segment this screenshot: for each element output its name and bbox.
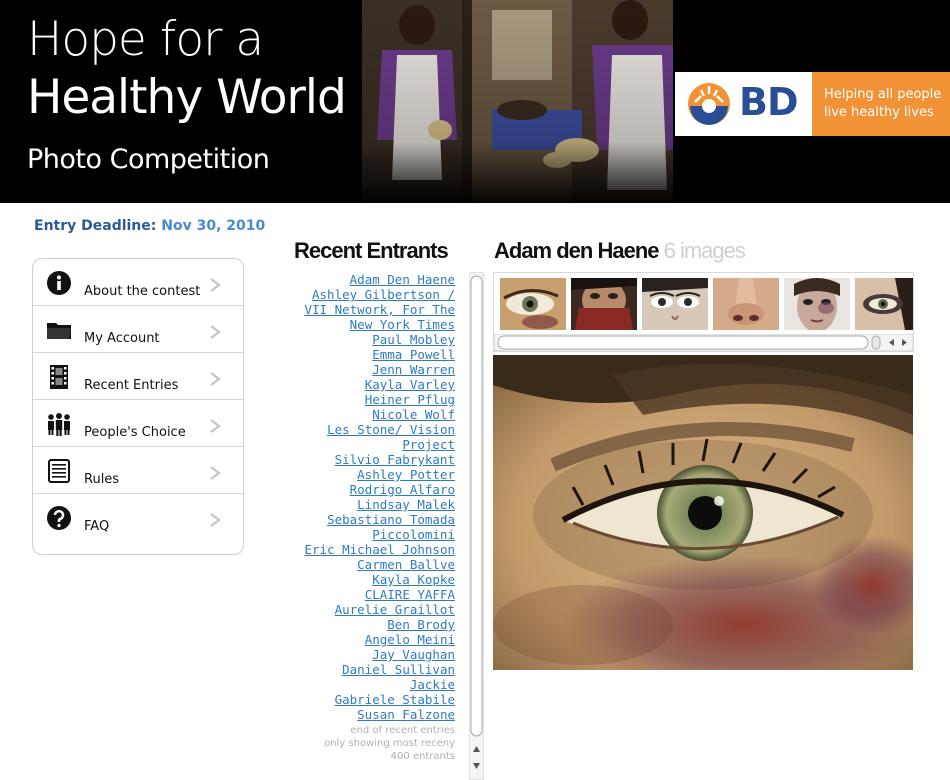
menu-item-label: Recent Entries: [84, 378, 179, 393]
menu-item-label: My Account: [84, 331, 160, 346]
entrant-link[interactable]: Ben Brody: [282, 617, 455, 632]
entrant-link[interactable]: Jenn Warren: [282, 362, 455, 377]
thumbnail-bruised-eye[interactable]: [500, 278, 566, 330]
menu-item-label: Rules: [84, 472, 120, 487]
recent-entrants-footer: ... end of recent entries only showing m…: [282, 711, 455, 763]
thumbnail-nose-closeup[interactable]: [713, 278, 779, 330]
entrant-link[interactable]: CLAIRE YAFFA: [282, 587, 455, 602]
menu-item-label: FAQ: [84, 519, 110, 534]
menu-item-label: About the contest: [84, 284, 201, 299]
chevron-right-icon: [210, 372, 221, 386]
thumbnail-dark-eye[interactable]: [855, 278, 914, 330]
sponsor-tagline-line1: Helping all people: [824, 87, 942, 102]
document-icon: [48, 459, 70, 483]
info-icon: [47, 271, 71, 295]
entrant-link[interactable]: Silvio Fabrykant: [282, 452, 455, 467]
selected-entrant-heading: Adam den Haene 6 images: [494, 238, 746, 264]
entrant-link[interactable]: Gabriele Stabile: [282, 692, 455, 707]
entrant-link[interactable]: Eric Michael Johnson: [282, 542, 455, 557]
question-icon: [47, 506, 71, 530]
sponsor-tagline: Helping all people live healthy lives: [812, 72, 950, 136]
menu-item-my-account[interactable]: My Account: [33, 306, 243, 353]
entrant-link[interactable]: Carmen Ballve: [282, 557, 455, 572]
entrant-link[interactable]: Lindsay Malek: [282, 497, 455, 512]
site-title-line2: Healthy World: [27, 70, 347, 125]
entrant-link[interactable]: Angelo Meini: [282, 632, 455, 647]
thumbnail-scrollbar[interactable]: [494, 334, 913, 351]
selected-entrant-name: Adam den Haene: [494, 238, 659, 263]
site-title-line1: Hope for a: [27, 12, 264, 67]
chevron-right-icon: [210, 513, 221, 527]
entry-deadline: Entry Deadline: Nov 30, 2010: [34, 218, 265, 234]
chevron-right-icon: [210, 419, 221, 433]
entrant-link[interactable]: Daniel Sullivan: [282, 662, 455, 677]
film-icon: [50, 365, 68, 389]
chevron-right-icon: [210, 325, 221, 339]
entrant-link[interactable]: Aurelie Graillot: [282, 602, 455, 617]
entrant-link[interactable]: Paul Mobley: [282, 332, 455, 347]
sponsor-logo[interactable]: BD: [675, 72, 812, 136]
entrant-link[interactable]: Rodrigo Alfaro: [282, 482, 455, 497]
list-ellipsis: ...: [445, 712, 455, 723]
header-banner: Hope for a Healthy World Photo Competiti…: [0, 0, 950, 203]
entrant-link[interactable]: Kayla Varley: [282, 377, 455, 392]
entrant-link[interactable]: Emma Powell: [282, 347, 455, 362]
list-footer-line1: end of recent entries: [350, 725, 455, 736]
list-footer-line2: only showing most receny: [324, 738, 455, 749]
main-photo[interactable]: [493, 355, 913, 670]
entrant-link[interactable]: Heiner Pflug: [282, 392, 455, 407]
entrant-link[interactable]: Les Stone/ Vision Project: [282, 422, 455, 452]
sponsor-logo-text: BD: [739, 80, 799, 124]
header-photo: [362, 0, 673, 203]
entrant-link[interactable]: Jackie: [282, 677, 455, 692]
deadline-value: Nov 30, 2010: [161, 218, 266, 234]
deadline-label: Entry Deadline:: [34, 218, 157, 234]
bd-sunburst-icon: [688, 83, 730, 125]
chevron-right-icon: [210, 466, 221, 480]
chevron-right-icon: [210, 278, 221, 292]
menu-item-rules[interactable]: Rules: [33, 447, 243, 494]
sponsor-tagline-line2: live healthy lives: [824, 105, 934, 120]
list-footer-line3: 400 entrants: [390, 751, 455, 762]
entrant-link[interactable]: Jay Vaughan: [282, 647, 455, 662]
thumbnail-woman-eyes[interactable]: [642, 278, 708, 330]
site-subtitle: Photo Competition: [27, 144, 270, 175]
entrant-link[interactable]: Adam Den Haene: [282, 272, 455, 287]
menu-item-faq[interactable]: FAQ: [33, 494, 243, 541]
entrants-scrollbar[interactable]: [469, 272, 484, 780]
thumbnail-veiled-face[interactable]: [571, 278, 637, 330]
entrant-link[interactable]: Nicole Wolf: [282, 407, 455, 422]
side-menu: About the contest My Account Recent Entr…: [32, 258, 244, 555]
image-count: 6 images: [663, 238, 746, 263]
entrant-link[interactable]: Sebastiano Tomada Piccolomini: [282, 512, 455, 542]
recent-entrants-list: Adam Den Haene Ashley Gilbertson / VII N…: [282, 272, 455, 722]
entrant-link[interactable]: Ashley Gilbertson / VII Network, For The…: [282, 287, 455, 332]
recent-entrants-title: Recent Entrants: [294, 238, 449, 263]
entrant-link[interactable]: Ashley Potter: [282, 467, 455, 482]
entrant-link[interactable]: Kayla Kopke: [282, 572, 455, 587]
menu-item-recent-entries[interactable]: Recent Entries: [33, 353, 243, 400]
menu-item-about[interactable]: About the contest: [33, 259, 243, 306]
menu-item-peoples-choice[interactable]: People's Choice: [33, 400, 243, 447]
menu-item-label: People's Choice: [84, 425, 186, 440]
people-icon: [48, 413, 70, 436]
folder-icon: [47, 323, 71, 339]
thumbnail-bruised-face[interactable]: [784, 278, 850, 330]
